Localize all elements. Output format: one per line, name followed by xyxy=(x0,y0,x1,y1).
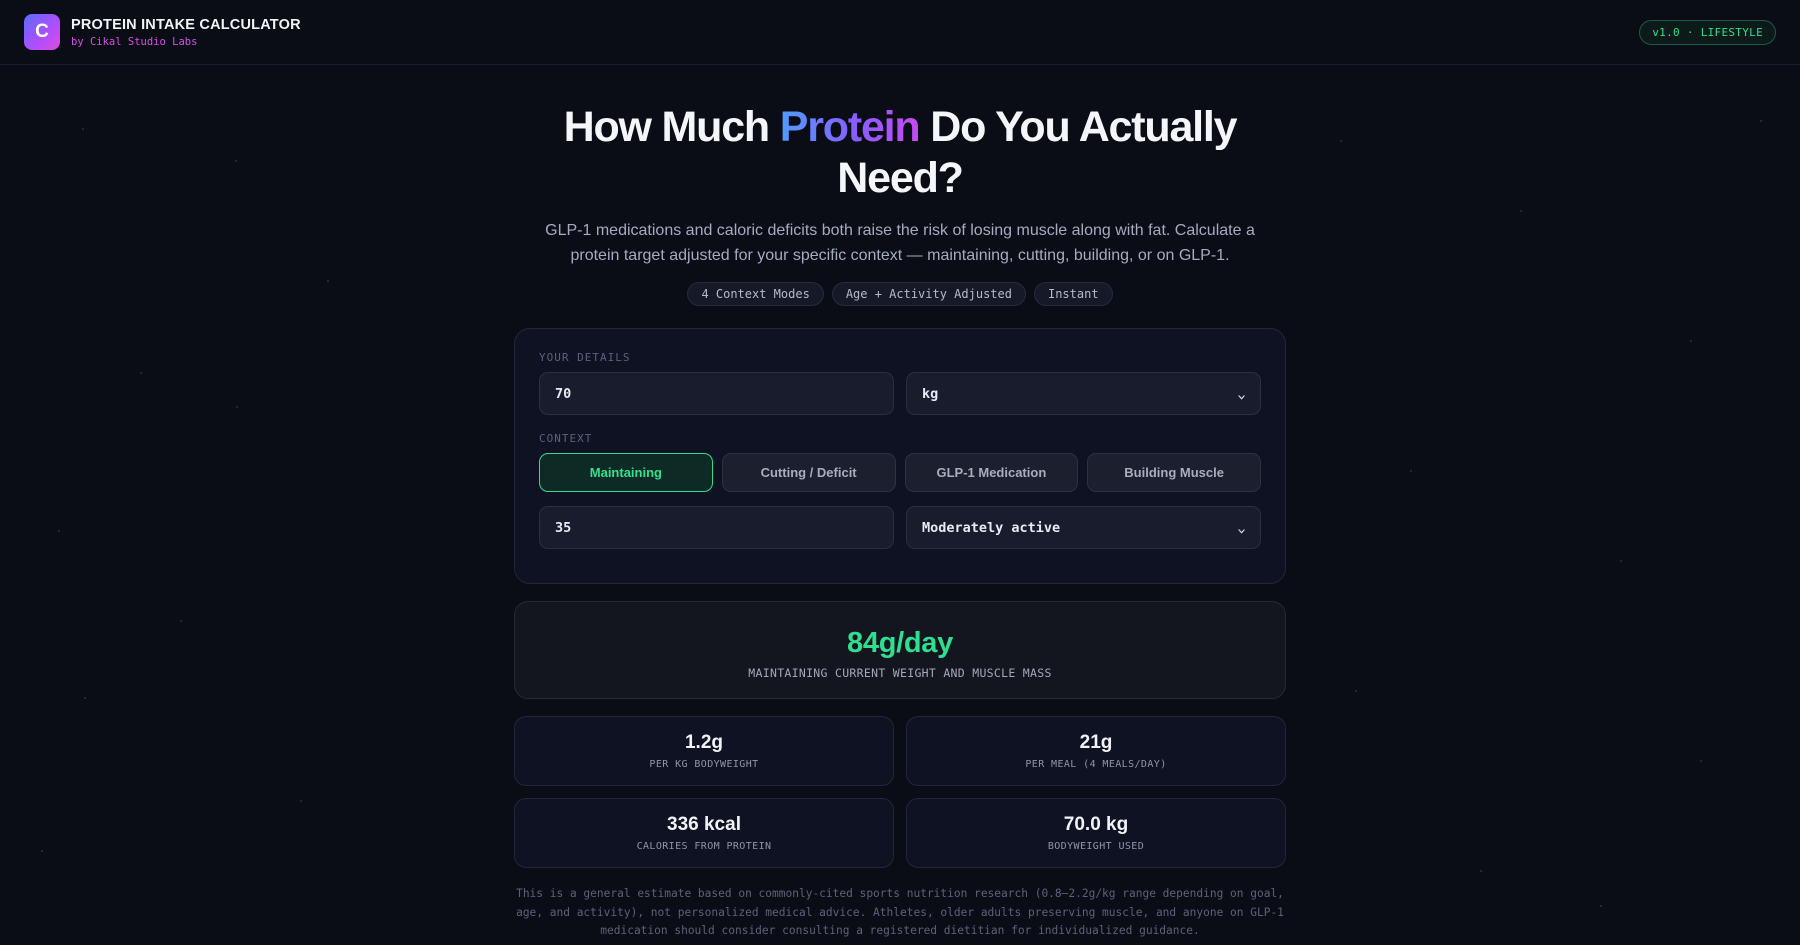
stat-card-per-kg: 1.2g PER KG BODYWEIGHT xyxy=(514,716,894,786)
stat-value: 1.2g xyxy=(684,732,724,753)
details-label: YOUR DETAILS xyxy=(539,351,631,364)
title-prefix: How Much xyxy=(563,103,780,151)
protein-target-description: MAINTAINING CURRENT WEIGHT AND MUSCLE MA… xyxy=(748,666,1052,680)
page-description: GLP-1 medications and caloric deficits b… xyxy=(545,222,1255,264)
context-mode-group: Maintaining Cutting / Deficit GLP-1 Medi… xyxy=(539,453,1261,492)
hero: How Much Protein Do You Actually Need? G… xyxy=(0,102,1800,306)
stat-value: 21g xyxy=(1079,732,1113,753)
stat-value: 70.0 kg xyxy=(1063,814,1129,835)
app-logo[interactable]: C xyxy=(24,14,60,50)
stat-card-per-meal: 21g PER MEAL (4 MEALS/DAY) xyxy=(906,716,1286,786)
app-title: PROTEIN INTAKE CALCULATOR xyxy=(71,16,301,33)
stat-label: PER KG BODYWEIGHT xyxy=(649,759,759,770)
stats-grid: 1.2g PER KG BODYWEIGHT 21g PER MEAL (4 M… xyxy=(514,716,1286,868)
unit-select-value: kg xyxy=(922,385,939,402)
top-bar: C PROTEIN INTAKE CALCULATOR by Cikal Stu… xyxy=(0,0,1800,65)
protein-target-value: 84g/day xyxy=(847,627,953,659)
stat-label: CALORIES FROM PROTEIN xyxy=(636,841,772,852)
activity-select[interactable]: Moderately active ⌄ xyxy=(906,506,1261,549)
version-badge: v1.0 · LIFESTYLE xyxy=(1639,19,1776,45)
mode-cutting-button[interactable]: Cutting / Deficit xyxy=(721,453,896,492)
age-input[interactable]: 35 xyxy=(539,506,894,549)
weight-input[interactable]: 70 xyxy=(539,372,894,415)
brand: PROTEIN INTAKE CALCULATOR by Cikal Studi… xyxy=(71,17,301,48)
mode-glp1-button[interactable]: GLP-1 Medication xyxy=(904,453,1079,492)
mode-building-button[interactable]: Building Muscle xyxy=(1087,453,1261,492)
stat-card-calories: 336 kcal CALORIES FROM PROTEIN xyxy=(514,798,894,868)
title-highlight: Protein xyxy=(779,103,921,151)
feature-chip: 4 Context Modes xyxy=(687,282,824,306)
stat-card-bodyweight: 70.0 kg BODYWEIGHT USED xyxy=(906,798,1286,868)
feature-chips: 4 Context Modes Age + Activity Adjusted … xyxy=(0,282,1800,306)
unit-select[interactable]: kg ⌄ xyxy=(906,372,1261,415)
feature-chip: Instant xyxy=(1033,282,1113,306)
result-panel: 84g/day MAINTAINING CURRENT WEIGHT AND M… xyxy=(514,601,1286,699)
feature-chip: Age + Activity Adjusted xyxy=(831,282,1026,306)
chevron-down-icon: ⌄ xyxy=(1236,386,1247,401)
mode-maintaining-button[interactable]: Maintaining xyxy=(539,453,713,492)
page-title: How Much Protein Do You Actually Need? xyxy=(550,102,1250,204)
app-subtitle: by Cikal Studio Labs xyxy=(71,35,198,48)
context-label: CONTEXT xyxy=(539,432,593,445)
disclaimer-text: This is a general estimate based on comm… xyxy=(516,887,1284,937)
stat-label: BODYWEIGHT USED xyxy=(1047,841,1145,852)
chevron-down-icon: ⌄ xyxy=(1236,520,1247,535)
stat-label: PER MEAL (4 MEALS/DAY) xyxy=(1025,759,1167,770)
activity-select-value: Moderately active xyxy=(922,519,1061,536)
input-card: YOUR DETAILS 70 kg ⌄ CONTEXT Maintaining… xyxy=(514,328,1286,584)
stat-value: 336 kcal xyxy=(667,814,741,835)
